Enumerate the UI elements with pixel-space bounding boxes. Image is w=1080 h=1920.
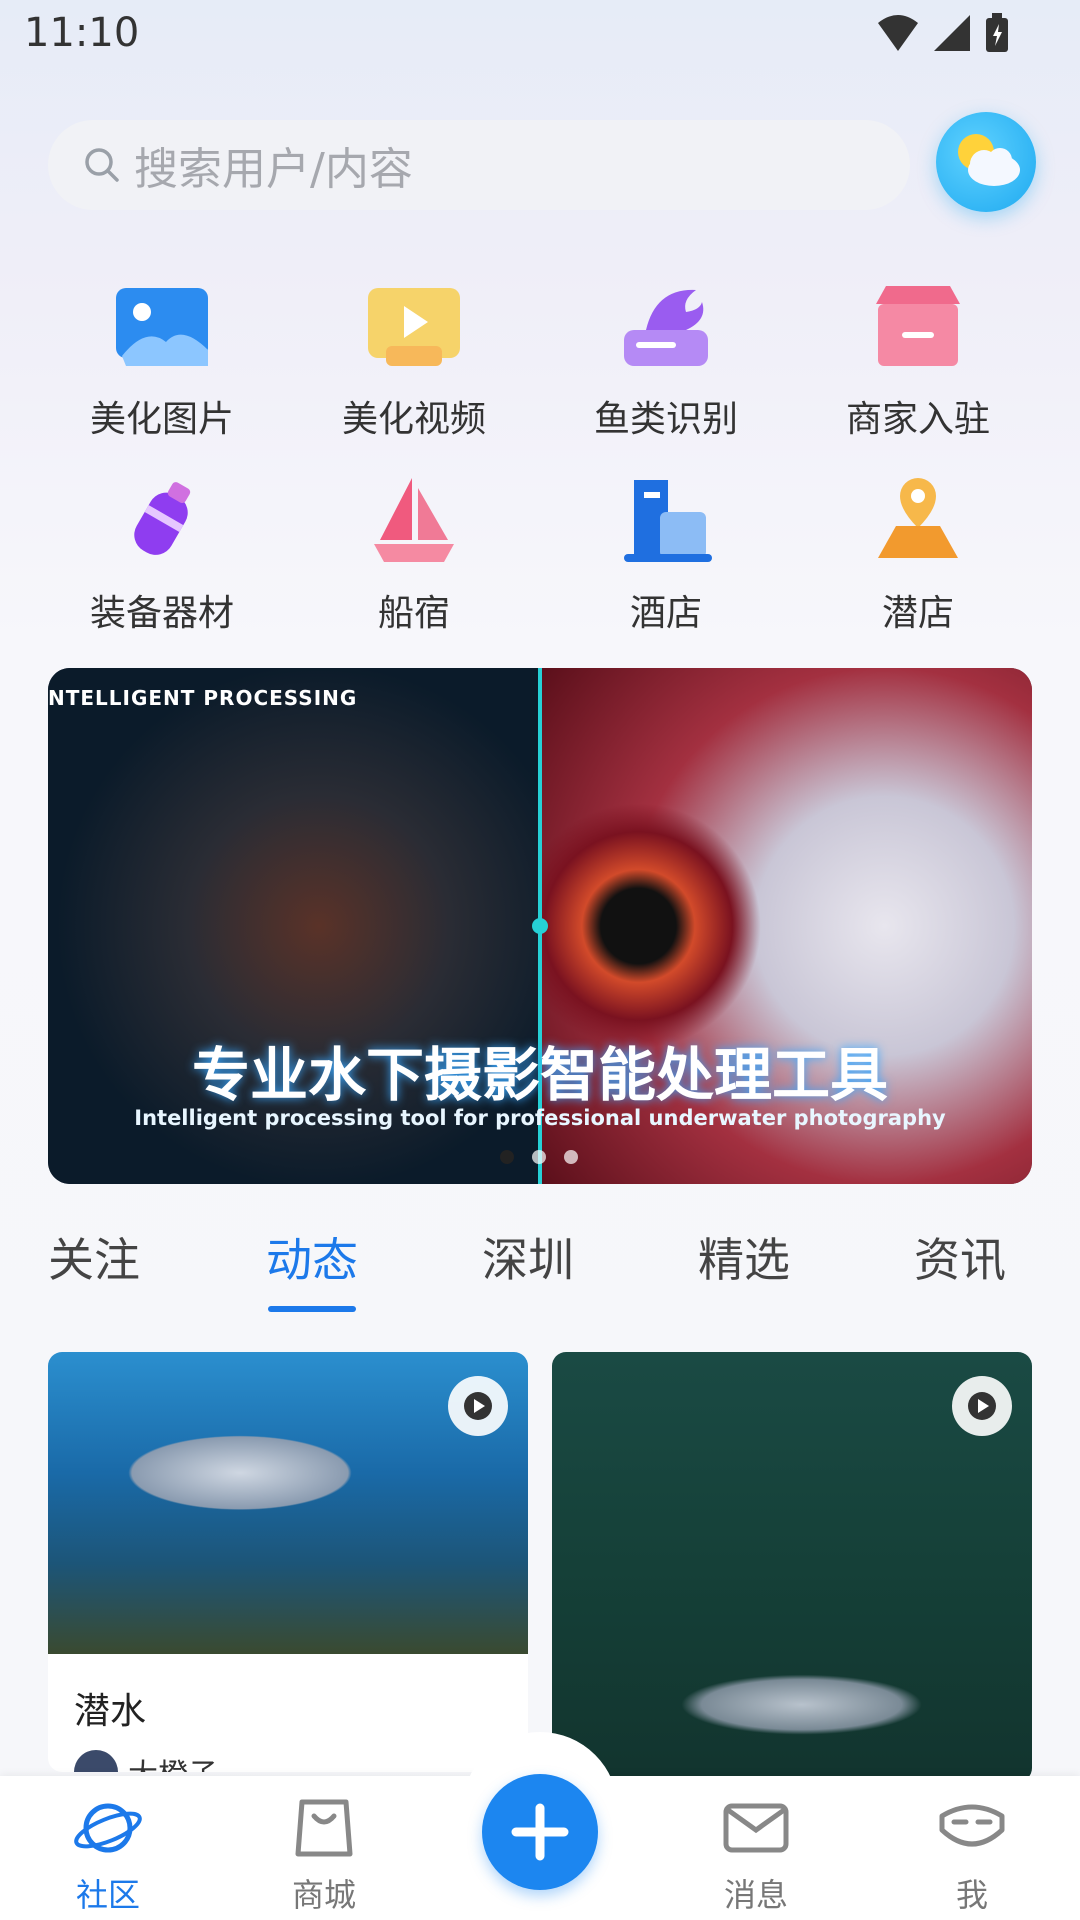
status-bar: 11:10 bbox=[0, 0, 1080, 72]
nav-label: 社区 bbox=[75, 1876, 140, 1914]
grid-item-photo[interactable]: 美化图片 bbox=[36, 280, 288, 450]
grid-label: 酒店 bbox=[629, 593, 702, 634]
shopping-bag-icon bbox=[295, 1799, 353, 1857]
search-icon bbox=[85, 148, 119, 182]
grid-item-fish-id[interactable]: 鱼类识别 bbox=[540, 280, 792, 450]
profile-mask-icon bbox=[939, 1804, 1005, 1847]
grid-label: 船宿 bbox=[377, 593, 450, 634]
grid-item-store[interactable]: 商家入驻 bbox=[792, 280, 1044, 450]
create-post-button[interactable] bbox=[482, 1774, 598, 1890]
feed-card[interactable]: 潜水 大橙子 bbox=[48, 1352, 528, 1772]
grid-item-boat[interactable]: 船宿 bbox=[288, 474, 540, 644]
video-icon bbox=[368, 288, 460, 366]
weather-sun-cloud-icon bbox=[958, 134, 1020, 186]
active-tab-indicator bbox=[268, 1306, 356, 1312]
grid-label: 潜店 bbox=[881, 593, 954, 634]
card-title: 潜水 bbox=[74, 1691, 147, 1732]
nav-community[interactable]: 社区 bbox=[28, 1796, 188, 1916]
diving-gear-icon bbox=[134, 482, 191, 555]
status-time: 11:10 bbox=[24, 10, 140, 56]
grid-item-hotel[interactable]: 酒店 bbox=[540, 474, 792, 644]
grid-label: 装备器材 bbox=[89, 593, 234, 634]
plus-icon bbox=[511, 1803, 569, 1861]
hotel-icon bbox=[624, 480, 712, 562]
store-icon bbox=[876, 286, 960, 366]
wifi-icon bbox=[878, 15, 918, 51]
feed-card[interactable] bbox=[552, 1352, 1032, 1782]
dive-shop-icon bbox=[878, 478, 958, 558]
grid-label: 美化视频 bbox=[341, 399, 486, 440]
feed-tabs: 关注 动态 深圳 精选 资讯 bbox=[0, 1224, 1080, 1314]
banner-pagination bbox=[500, 1150, 578, 1164]
card-author[interactable]: 大橙子 bbox=[74, 1750, 218, 1772]
grid-label: 鱼类识别 bbox=[593, 399, 738, 440]
tab-news[interactable]: 资讯 bbox=[914, 1224, 1006, 1290]
banner-top-text: NTELLIGENT PROCESSING bbox=[48, 686, 358, 710]
avatar[interactable] bbox=[74, 1750, 118, 1772]
status-icons bbox=[876, 12, 1010, 54]
fish-id-icon bbox=[624, 289, 708, 366]
nav-messages[interactable]: 消息 bbox=[676, 1796, 836, 1916]
promo-banner[interactable]: NTELLIGENT PROCESSING 专业水下摄影智能处理工具 Intel… bbox=[48, 668, 1032, 1184]
play-triangle-icon bbox=[464, 1392, 492, 1420]
banner-subtitle: Intelligent processing tool for professi… bbox=[134, 1106, 946, 1130]
grid-label: 商家入驻 bbox=[845, 399, 990, 440]
pagination-dot[interactable] bbox=[564, 1150, 578, 1164]
weather-button[interactable] bbox=[936, 112, 1036, 212]
pagination-dot[interactable] bbox=[500, 1150, 514, 1164]
tab-follow[interactable]: 关注 bbox=[48, 1224, 140, 1290]
planet-icon bbox=[74, 1803, 142, 1853]
grid-item-diving-gear[interactable]: 装备器材 bbox=[36, 474, 288, 644]
tab-featured[interactable]: 精选 bbox=[698, 1224, 790, 1290]
mail-icon bbox=[723, 1803, 789, 1853]
signal-icon bbox=[934, 15, 970, 51]
boat-icon bbox=[374, 478, 454, 562]
nav-mall[interactable]: 商城 bbox=[244, 1796, 404, 1916]
tab-shenzhen[interactable]: 深圳 bbox=[482, 1224, 574, 1290]
grid-item-video[interactable]: 美化视频 bbox=[288, 280, 540, 450]
pagination-dot[interactable] bbox=[532, 1150, 546, 1164]
play-icon[interactable] bbox=[448, 1376, 508, 1436]
grid-label: 美化图片 bbox=[89, 399, 234, 440]
battery-icon bbox=[986, 13, 1008, 52]
photo-icon bbox=[116, 288, 208, 366]
grid-item-dive-shop[interactable]: 潜店 bbox=[792, 474, 1044, 644]
compare-handle[interactable] bbox=[532, 918, 548, 934]
play-triangle-icon bbox=[968, 1392, 996, 1420]
nav-label: 消息 bbox=[723, 1876, 788, 1914]
play-icon[interactable] bbox=[952, 1376, 1012, 1436]
nav-label: 我 bbox=[955, 1876, 988, 1914]
username: 大橙子 bbox=[128, 1750, 218, 1772]
nav-me[interactable]: 我 bbox=[892, 1796, 1052, 1916]
nav-label: 商城 bbox=[291, 1876, 356, 1914]
search-input[interactable]: 搜索用户/内容 bbox=[134, 133, 413, 197]
banner-title: 专业水下摄影智能处理工具 bbox=[191, 1041, 888, 1109]
tab-moments[interactable]: 动态 bbox=[266, 1224, 358, 1290]
search-bar[interactable]: 搜索用户/内容 bbox=[48, 120, 910, 210]
